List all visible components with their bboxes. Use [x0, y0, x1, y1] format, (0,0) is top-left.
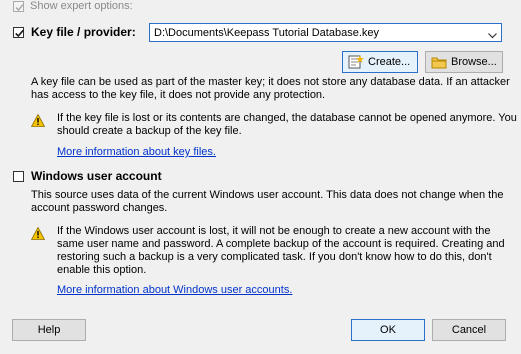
- expert-options-label: Show expert options:: [30, 0, 133, 12]
- chevron-down-icon[interactable]: [488, 30, 497, 42]
- key-file-combobox[interactable]: D:\Documents\Keepass Tutorial Database.k…: [149, 23, 502, 42]
- folder-icon: [431, 55, 447, 76]
- windows-account-warning: If the Windows user account is lost, it …: [57, 225, 505, 277]
- windows-warning-line1: If the Windows user account is lost, it …: [57, 225, 491, 237]
- windows-warning-line2: same user name and password. A complete …: [57, 238, 505, 250]
- ok-button-label: OK: [380, 324, 396, 336]
- create-button-label: Create...: [368, 56, 411, 68]
- windows-account-checkbox[interactable]: [13, 171, 24, 182]
- browse-button[interactable]: Browse...: [425, 51, 503, 73]
- warning-icon: [30, 226, 46, 243]
- key-file-warning-line2: should create a backup of the key file.: [57, 125, 242, 137]
- ok-button[interactable]: OK: [351, 319, 425, 341]
- windows-account-label: Windows user account: [31, 169, 162, 183]
- help-button[interactable]: Help: [12, 319, 86, 341]
- windows-account-info-link[interactable]: More information about Windows user acco…: [57, 284, 292, 297]
- key-file-path: D:\Documents\Keepass Tutorial Database.k…: [154, 27, 380, 39]
- windows-desc-line2: account password changes.: [31, 202, 168, 214]
- key-file-desc-line1: A key file can be used as part of the ma…: [31, 76, 510, 88]
- key-file-checkbox[interactable]: [13, 27, 24, 38]
- warning-icon: [30, 113, 46, 130]
- windows-warning-line3: restoring such a backup is a very compli…: [57, 251, 492, 263]
- expert-options-checkbox[interactable]: [13, 1, 24, 12]
- windows-account-description: This source uses data of the current Win…: [31, 189, 503, 215]
- key-file-warning-line1: If the key file is lost or its contents …: [57, 112, 517, 124]
- key-file-desc-line2: has access to the key file, it does not …: [31, 89, 326, 101]
- windows-warning-line4: enable this option.: [57, 264, 147, 276]
- key-file-label: Key file / provider:: [31, 25, 136, 39]
- cancel-button-label: Cancel: [451, 324, 487, 336]
- cancel-button[interactable]: Cancel: [432, 319, 506, 341]
- key-file-info-link[interactable]: More information about key files.: [57, 146, 216, 159]
- create-button[interactable]: Create...: [342, 51, 418, 73]
- browse-button-label: Browse...: [451, 56, 497, 68]
- windows-desc-line1: This source uses data of the current Win…: [31, 189, 504, 201]
- help-button-label: Help: [37, 324, 61, 336]
- dialog-footer: Help OK Cancel: [0, 304, 521, 354]
- new-file-icon: [348, 55, 364, 76]
- key-file-warning: If the key file is lost or its contents …: [57, 112, 517, 138]
- key-file-description: A key file can be used as part of the ma…: [31, 76, 510, 102]
